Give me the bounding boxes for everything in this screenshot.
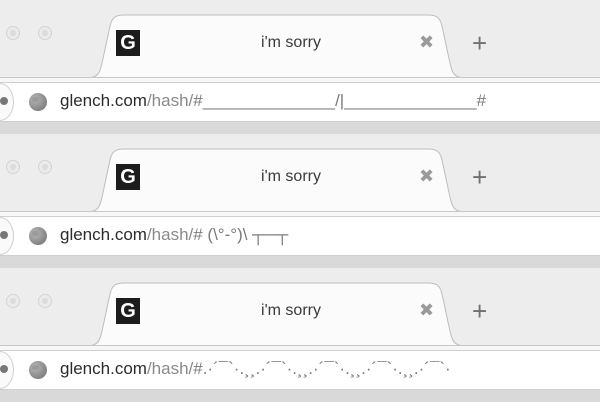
globe-icon — [29, 93, 47, 111]
nav-toolbar: glench.com/hash/# (\°-°)\ ┬─┬ — [0, 212, 600, 268]
url-domain: glench.com — [60, 359, 147, 378]
url-hash: #.·´¯`·.¸¸.·´¯`·.¸¸.·´¯`·.¸¸.·´¯`·.¸¸.·´… — [193, 359, 451, 378]
url-domain: glench.com — [60, 91, 147, 110]
address-bar[interactable]: glench.com/hash/# (\°-°)\ ┬─┬ — [0, 216, 600, 256]
url-hash: # (\°-°)\ ┬─┬ — [193, 225, 289, 244]
back-button[interactable] — [0, 217, 14, 255]
window-control-button[interactable] — [38, 160, 52, 174]
browser-window-1: G i'm sorry ✖ + glench.com/hash/#_______… — [0, 0, 600, 134]
window-control-button[interactable] — [38, 294, 52, 308]
tab-active[interactable]: G i'm sorry ✖ — [86, 282, 466, 347]
nav-toolbar: glench.com/hash/#______________/|_______… — [0, 78, 600, 134]
tab-title: i'm sorry — [261, 34, 321, 51]
address-bar[interactable]: glench.com/hash/#______________/|_______… — [0, 82, 600, 122]
window-control-button[interactable] — [6, 294, 20, 308]
tab-strip: G i'm sorry ✖ + — [0, 268, 600, 347]
tab-strip: G i'm sorry ✖ + — [0, 0, 600, 79]
glench-favicon-icon: G — [116, 164, 140, 190]
back-button[interactable] — [0, 351, 14, 389]
back-button[interactable] — [0, 83, 14, 121]
url-path: /hash/ — [146, 225, 194, 244]
tab-active[interactable]: G i'm sorry ✖ — [86, 14, 466, 79]
url-path: /hash/ — [146, 91, 194, 110]
close-icon[interactable]: ✖ — [419, 32, 434, 53]
tab-title: i'm sorry — [261, 302, 321, 319]
url-text: glench.com/hash/#______________/|_______… — [60, 91, 486, 111]
window-control-button[interactable] — [6, 26, 20, 40]
url-text: glench.com/hash/# (\°-°)\ ┬─┬ — [60, 225, 288, 245]
globe-icon — [29, 227, 47, 245]
nav-toolbar: glench.com/hash/#.·´¯`·.¸¸.·´¯`·.¸¸.·´¯`… — [0, 346, 600, 402]
window-control-button[interactable] — [6, 160, 20, 174]
glench-favicon-icon: G — [116, 30, 140, 56]
plus-icon[interactable]: + — [472, 298, 487, 324]
tab-active[interactable]: G i'm sorry ✖ — [86, 148, 466, 213]
tab-title: i'm sorry — [261, 168, 321, 185]
glench-favicon-icon: G — [116, 298, 140, 324]
address-bar[interactable]: glench.com/hash/#.·´¯`·.¸¸.·´¯`·.¸¸.·´¯`… — [0, 350, 600, 390]
url-hash: #______________/|______________# — [193, 91, 487, 110]
url-path: /hash/ — [146, 359, 194, 378]
back-icon — [0, 365, 8, 373]
close-icon[interactable]: ✖ — [419, 166, 434, 187]
window-control-button[interactable] — [38, 26, 52, 40]
close-icon[interactable]: ✖ — [419, 300, 434, 321]
url-text: glench.com/hash/#.·´¯`·.¸¸.·´¯`·.¸¸.·´¯`… — [60, 359, 451, 379]
back-icon — [0, 97, 8, 105]
back-icon — [0, 231, 8, 239]
plus-icon[interactable]: + — [472, 30, 487, 56]
browser-window-3: G i'm sorry ✖ + glench.com/hash/#.·´¯`·.… — [0, 268, 600, 402]
tab-strip: G i'm sorry ✖ + — [0, 134, 600, 213]
url-domain: glench.com — [60, 225, 147, 244]
browser-window-2: G i'm sorry ✖ + glench.com/hash/# (\°-°)… — [0, 134, 600, 268]
plus-icon[interactable]: + — [472, 164, 487, 190]
globe-icon — [29, 361, 47, 379]
